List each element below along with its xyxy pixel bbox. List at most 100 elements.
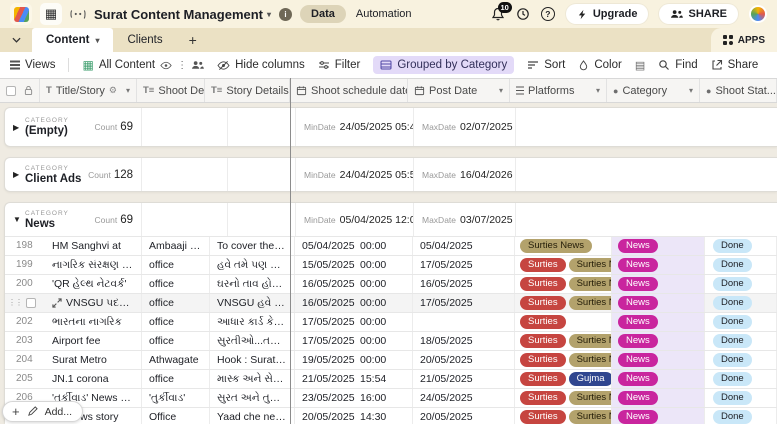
cell-shoot-details[interactable]: 'તુર્કીવાડ': [142, 389, 210, 407]
cell-shoot-schedule[interactable]: 20/05/202514:30: [295, 408, 413, 424]
more-options-icon[interactable]: ⋮: [177, 60, 186, 71]
cell-post-date[interactable]: 24/05/2025: [413, 389, 515, 407]
notifications-button[interactable]: 10: [491, 7, 505, 21]
table-row-hovered[interactable]: ⋮⋮ VNSGU પદવીદાન office VNSGU હવે વિદ્યા…: [5, 293, 777, 312]
cell-shoot-schedule[interactable]: 16/05/202500:00: [295, 275, 413, 293]
cell-shoot-schedule[interactable]: 15/05/202500:00: [295, 256, 413, 274]
tab-content[interactable]: Content ▾: [32, 28, 113, 52]
add-record-button[interactable]: + Add...: [2, 401, 83, 422]
gear-icon[interactable]: ⚙: [109, 85, 117, 96]
checkbox[interactable]: [26, 298, 36, 308]
cell-category[interactable]: News: [612, 275, 705, 293]
cell-shoot-details[interactable]: office: [142, 313, 210, 331]
collapse-group-icon[interactable]: ▼: [13, 215, 25, 224]
chevron-down-icon[interactable]: ▾: [689, 86, 693, 95]
airtable-logo[interactable]: [10, 3, 32, 25]
cell-platforms[interactable]: SurtiesSurties New: [515, 275, 612, 293]
history-button[interactable]: [516, 7, 530, 21]
table-row[interactable]: 199 નાગરિક સંરક્ષણ દળ office હવે તમે પણ …: [5, 255, 777, 274]
cell-story-details[interactable]: હવે તમે પણ બની શકો છો ...: [210, 256, 295, 274]
tab-clients[interactable]: Clients: [113, 28, 176, 52]
add-table-button[interactable]: +: [177, 28, 209, 52]
checkbox[interactable]: [6, 86, 16, 96]
cell-story-details[interactable]: ઘરનો તાવ હોય કે ટેક્સ, એ...: [210, 275, 295, 293]
cell-category[interactable]: News: [612, 256, 705, 274]
views-button[interactable]: Views: [10, 59, 55, 71]
current-view-button[interactable]: ▦ All Content ⋮: [82, 58, 204, 72]
cell-platforms[interactable]: Surties News: [515, 237, 612, 255]
cell-shoot-status[interactable]: Done: [705, 313, 777, 331]
row-number[interactable]: 204: [5, 351, 45, 369]
group-header[interactable]: ▶ CATEGORY (Empty) Count69 MinDate24/05/…: [5, 108, 777, 146]
cell-shoot-status[interactable]: Done: [705, 275, 777, 293]
share-view-button[interactable]: Share: [711, 59, 759, 71]
cell-shoot-schedule[interactable]: 16/05/202500:00: [295, 294, 413, 312]
cell-platforms[interactable]: SurtiesSurties New: [515, 389, 612, 407]
cell-category[interactable]: News: [612, 237, 705, 255]
cell-title[interactable]: Airport fee: [45, 332, 142, 350]
column-header-shoot-schedule-date[interactable]: Shoot schedule date ▾: [290, 79, 408, 102]
cell-platforms[interactable]: SurtiesSurties New: [515, 332, 612, 350]
cell-shoot-status[interactable]: Done: [705, 408, 777, 424]
cell-platforms[interactable]: SurtiesSurties New: [515, 351, 612, 369]
expand-group-icon[interactable]: ▶: [13, 123, 25, 132]
cell-story-details[interactable]: VNSGU હવે વિદ્યાર્થીઓને ...: [210, 294, 295, 312]
drag-handle-icon[interactable]: ⋮⋮: [8, 294, 22, 312]
cell-title[interactable]: 'QR હેલ્થ નેટવર્ક': [45, 275, 142, 293]
column-header-shoot-status[interactable]: ● Shoot Stat... ▾: [700, 79, 777, 102]
cell-shoot-status[interactable]: Done: [705, 237, 777, 255]
base-grid-icon[interactable]: ▦: [40, 3, 62, 25]
cell-story-details[interactable]: સુરતીઓ...તમને સુરત ઇન્ટર...: [210, 332, 295, 350]
base-title[interactable]: Surat Content Management ▾: [94, 7, 271, 22]
group-header[interactable]: ▶ CATEGORY Client Ads Count128 MinDate24…: [5, 158, 777, 191]
cell-shoot-details[interactable]: office: [142, 370, 210, 388]
cell-category[interactable]: News: [612, 408, 705, 424]
table-row[interactable]: 205 JN.1 corona office માસ્ક અને સેનિટાઇ…: [5, 369, 777, 388]
cell-shoot-details[interactable]: Office: [142, 408, 210, 424]
sort-button[interactable]: Sort: [527, 59, 565, 71]
cell-title[interactable]: JN.1 corona: [45, 370, 142, 388]
table-row[interactable]: 207 na News story Office Yaad che ne 202…: [5, 407, 777, 424]
cell-title[interactable]: ભારતના નાગરિક: [45, 313, 142, 331]
cell-story-details[interactable]: સુરત અને તુર્કીનું કનેક્શનથી ...: [210, 389, 295, 407]
cell-shoot-status[interactable]: Done: [705, 351, 777, 369]
filter-button[interactable]: Filter: [318, 59, 361, 71]
cell-shoot-status[interactable]: Done: [705, 332, 777, 350]
cell-shoot-schedule[interactable]: 17/05/202500:00: [295, 332, 413, 350]
chevron-down-icon[interactable]: ▾: [596, 86, 600, 95]
cell-shoot-status[interactable]: Done: [705, 370, 777, 388]
expand-record-icon[interactable]: [52, 298, 62, 308]
chevron-down-icon[interactable]: ▾: [499, 86, 503, 95]
cell-shoot-details[interactable]: office: [142, 256, 210, 274]
cell-post-date[interactable]: 16/05/2025: [413, 275, 515, 293]
cell-title[interactable]: HM Sanghvi at: [45, 237, 142, 255]
cell-story-details[interactable]: માસ્ક અને સેનિટાઇઝરને ભૂ...: [210, 370, 295, 388]
cell-post-date[interactable]: 21/05/2025: [413, 370, 515, 388]
cell-platforms[interactable]: SurtiesGujmaSu: [515, 370, 612, 388]
info-icon[interactable]: i: [279, 8, 292, 21]
cell-shoot-schedule[interactable]: 05/04/202500:00: [295, 237, 413, 255]
cell-title[interactable]: Surat Metro: [45, 351, 142, 369]
cell-title[interactable]: VNSGU પદવીદાન: [45, 294, 142, 312]
find-button[interactable]: Find: [658, 59, 697, 71]
cell-category[interactable]: News: [612, 389, 705, 407]
cell-post-date[interactable]: 20/05/2025: [413, 351, 515, 369]
cell-story-details[interactable]: Hook : Surat ni vaat a...: [210, 351, 295, 369]
cell-platforms[interactable]: SurtiesSurties New: [515, 256, 612, 274]
upgrade-button[interactable]: Upgrade: [566, 4, 649, 24]
table-row[interactable]: 206 'તુર્કીવાડ' News Story 'તુર્કીવાડ' સ…: [5, 388, 777, 407]
cell-category[interactable]: News: [612, 370, 705, 388]
cell-platforms[interactable]: SurtiesSurties New: [515, 408, 612, 424]
table-row[interactable]: 203 Airport fee office સુરતીઓ...તમને સુર…: [5, 331, 777, 350]
expand-group-icon[interactable]: ▶: [13, 170, 25, 179]
select-all-header[interactable]: [0, 79, 40, 102]
row-number[interactable]: 203: [5, 332, 45, 350]
cell-shoot-status[interactable]: Done: [705, 256, 777, 274]
color-button[interactable]: Color: [578, 59, 621, 71]
row-number[interactable]: 202: [5, 313, 45, 331]
cell-shoot-status[interactable]: Done: [705, 389, 777, 407]
row-height-button[interactable]: ▤: [635, 59, 645, 72]
share-button-topbar[interactable]: SHARE: [659, 4, 738, 24]
row-number[interactable]: 200: [5, 275, 45, 293]
table-row[interactable]: 198 HM Sanghvi at Ambaaji Ma... To cover…: [5, 236, 777, 255]
